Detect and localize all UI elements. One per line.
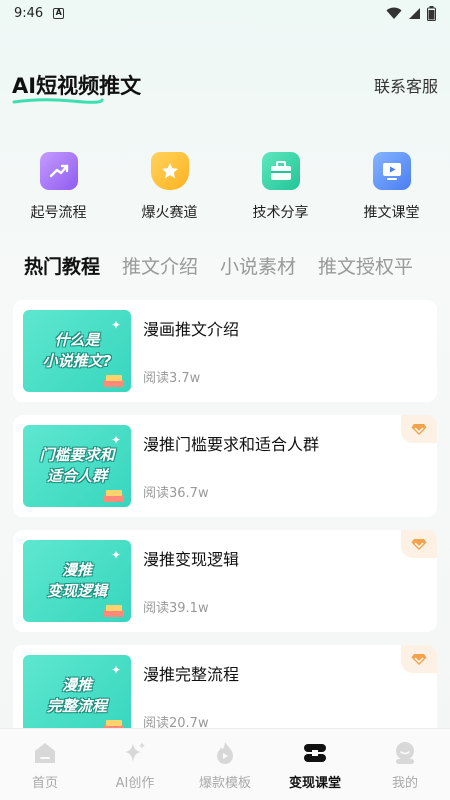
profile-icon — [390, 738, 420, 768]
nav-hot-templates[interactable]: 爆款模板 — [185, 738, 265, 791]
nav-label: 爆款模板 — [198, 776, 251, 791]
quick-link-label: 技术分享 — [252, 205, 309, 221]
app-title: AI短视频推文 — [12, 70, 142, 104]
article-list: ✦ 什么是 小说推文? 漫画推文介绍 阅读3.7w ✦ 门槛要求和 适合人群 漫… — [0, 300, 450, 747]
quick-link-label: 爆火赛道 — [141, 205, 198, 221]
article-title: 漫推完整流程 — [143, 665, 240, 684]
article-card[interactable]: ✦ 什么是 小说推文? 漫画推文介绍 阅读3.7w — [13, 300, 437, 402]
nav-label: AI创作 — [115, 776, 155, 791]
briefcase-icon — [261, 152, 300, 190]
article-card[interactable]: ✦ 漫推 变现逻辑 漫推变现逻辑 阅读39.1w — [13, 530, 437, 632]
status-time: 9:46 — [14, 5, 44, 21]
nav-monetize-class[interactable]: 变现课堂 — [275, 738, 355, 791]
sparkle-icon: ✦ — [110, 318, 121, 332]
status-bar: 9:46 A — [0, 0, 450, 26]
notification-a-icon: A — [53, 7, 65, 19]
article-card[interactable]: ✦ 门槛要求和 适合人群 漫推门槛要求和适合人群 阅读36.7w — [13, 415, 437, 517]
book-icon — [104, 605, 124, 617]
nav-label: 首页 — [31, 776, 58, 791]
diamond-icon — [411, 423, 427, 435]
battery-icon — [427, 5, 436, 21]
category-tabs: 热门教程 推文介绍 小说素材 推文授权平 — [0, 252, 450, 292]
diamond-icon — [411, 538, 427, 550]
article-thumbnail: ✦ 漫推 完整流程 — [23, 655, 131, 737]
thumbnail-line: 漫推 — [61, 561, 92, 579]
quick-links: 起号流程 爆火赛道 技术分享 推文课堂 — [0, 152, 450, 222]
trending-up-icon — [39, 152, 78, 190]
thumbnail-line: 漫推 — [61, 676, 92, 694]
flame-icon — [210, 738, 240, 768]
app-title-text: AI短视频推文 — [12, 74, 142, 98]
article-title: 漫画推文介绍 — [143, 320, 240, 339]
vip-badge — [401, 530, 437, 558]
book-icon — [104, 375, 124, 387]
tab-novel-material[interactable]: 小说素材 — [220, 252, 296, 292]
article-info: 漫推完整流程 阅读20.7w — [143, 661, 239, 731]
quick-link-label: 推文课堂 — [363, 205, 420, 221]
sparkle-icon: ✦ — [110, 663, 121, 677]
vip-badge — [401, 415, 437, 443]
article-thumbnail: ✦ 门槛要求和 适合人群 — [23, 425, 131, 507]
quick-link-hot-track[interactable]: 爆火赛道 — [117, 152, 222, 222]
home-icon — [30, 738, 60, 768]
contact-support-link[interactable]: 联系客服 — [374, 73, 438, 97]
sparkle-icon: ✦ — [110, 433, 121, 447]
nav-home[interactable]: 首页 — [5, 738, 85, 791]
article-info: 漫画推文介绍 阅读3.7w — [143, 316, 239, 386]
nav-ai-create[interactable]: AI创作 — [95, 738, 175, 791]
article-info: 漫推变现逻辑 阅读39.1w — [143, 546, 239, 616]
stack-icon — [300, 738, 330, 768]
thumbnail-line: 小说推文? — [42, 352, 112, 370]
article-info: 漫推门槛要求和适合人群 阅读36.7w — [143, 431, 319, 501]
tab-authorization-platform[interactable]: 推文授权平 — [318, 252, 413, 292]
thumbnail-line: 变现逻辑 — [46, 582, 107, 600]
thumbnail-line: 门槛要求和 — [39, 446, 115, 464]
article-title: 漫推门槛要求和适合人群 — [143, 435, 320, 454]
diamond-icon — [411, 653, 427, 665]
thumbnail-line: 什么是 — [54, 331, 100, 349]
article-title: 漫推变现逻辑 — [143, 550, 240, 569]
article-thumbnail: ✦ 什么是 小说推文? — [23, 310, 131, 392]
quick-link-start-account[interactable]: 起号流程 — [6, 152, 111, 222]
thumbnail-line: 适合人群 — [46, 467, 107, 485]
sparkle-icon — [120, 738, 150, 768]
quick-link-label: 起号流程 — [30, 205, 87, 221]
article-read-count: 阅读3.7w — [143, 371, 201, 386]
play-screen-icon — [372, 152, 411, 190]
bottom-nav: 首页 AI创作 爆款模板 变现课堂 我的 — [0, 728, 450, 800]
signal-icon — [409, 7, 420, 19]
title-underline-decoration — [12, 98, 104, 104]
article-read-count: 阅读36.7w — [143, 486, 209, 501]
tab-tweet-intro[interactable]: 推文介绍 — [122, 252, 198, 292]
sparkle-icon: ✦ — [110, 548, 121, 562]
quick-link-tweet-class[interactable]: 推文课堂 — [339, 152, 444, 222]
wifi-icon — [386, 7, 402, 19]
star-badge-icon — [150, 152, 189, 190]
article-thumbnail: ✦ 漫推 变现逻辑 — [23, 540, 131, 622]
nav-profile[interactable]: 我的 — [365, 738, 445, 791]
article-read-count: 阅读39.1w — [143, 601, 209, 616]
quick-link-tech-share[interactable]: 技术分享 — [228, 152, 333, 222]
tab-hot-tutorials[interactable]: 热门教程 — [24, 252, 100, 292]
nav-label: 变现课堂 — [288, 776, 341, 791]
vip-badge — [401, 645, 437, 673]
book-icon — [104, 490, 124, 502]
nav-label: 我的 — [391, 776, 418, 791]
header: AI短视频推文 联系客服 — [0, 26, 450, 108]
thumbnail-line: 完整流程 — [46, 697, 107, 715]
